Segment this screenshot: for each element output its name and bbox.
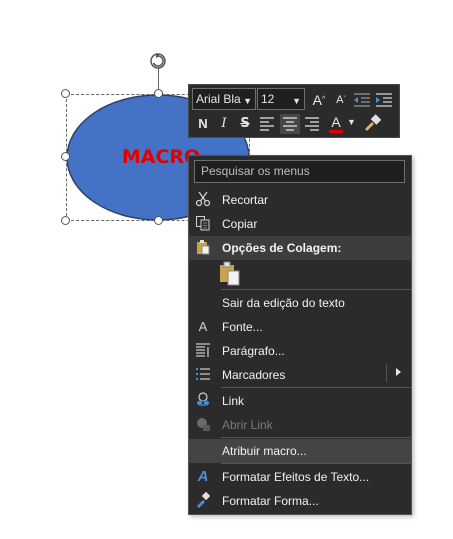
link-icon <box>194 392 212 410</box>
font-name-combo[interactable]: Arial Bla ▼ <box>192 88 256 110</box>
resize-handle-bottom[interactable] <box>154 216 163 225</box>
bullet-list-icon <box>194 366 212 384</box>
menu-item-label: Copiar <box>222 217 258 231</box>
paste-clipboard-icon <box>220 261 240 286</box>
font-size-value: 12 <box>261 92 275 106</box>
font-name-value: Arial Bla <box>196 92 241 106</box>
menu-item-format-text-effects[interactable]: A Formatar Efeitos de Texto... <box>189 465 411 489</box>
resize-handle-bottom-left[interactable] <box>61 216 70 225</box>
menu-item-exit-text-edit[interactable]: Sair da edição do texto <box>189 291 411 315</box>
shrink-font-icon: A <box>336 94 344 106</box>
bold-button[interactable]: N <box>193 114 213 134</box>
menu-item-label: Recortar <box>222 193 269 207</box>
menu-item-format-shape[interactable]: Formatar Forma... <box>189 489 411 513</box>
grow-font-button[interactable]: A^ <box>309 90 329 110</box>
format-shape-icon <box>194 491 212 510</box>
menu-item-label: Sair da edição do texto <box>222 296 345 310</box>
menu-item-label: Atribuir macro... <box>222 444 307 458</box>
paste-keep-text-only-button[interactable] <box>218 261 242 287</box>
format-painter-icon[interactable] <box>362 114 382 132</box>
menu-item-label: Link <box>222 394 245 408</box>
menu-item-label: Abrir Link <box>222 418 273 432</box>
menu-item-label: Formatar Efeitos de Texto... <box>222 470 370 484</box>
italic-button[interactable]: I <box>214 114 234 134</box>
menu-item-assign-macro[interactable]: Atribuir macro... <box>189 439 411 463</box>
chevron-down-icon: ▼ <box>292 96 301 106</box>
resize-handle-top[interactable] <box>154 89 163 98</box>
grow-font-icon: A <box>312 92 323 108</box>
menu-separator <box>221 387 411 388</box>
rotate-handle-icon[interactable] <box>147 49 169 71</box>
text-effects-icon: A <box>197 468 209 485</box>
align-left-icon[interactable] <box>259 116 275 132</box>
menu-item-label: Opções de Colagem: <box>222 241 342 255</box>
submenu-arrow-icon[interactable] <box>396 368 401 376</box>
submenu-divider <box>386 364 387 382</box>
font-color-button[interactable]: A <box>326 112 346 133</box>
menu-header-paste-options: Opções de Colagem: <box>189 236 411 260</box>
menu-item-label: Formatar Forma... <box>222 494 319 508</box>
open-link-icon <box>194 416 212 434</box>
align-center-icon <box>283 117 297 131</box>
menu-item-label: Fonte... <box>222 320 263 334</box>
font-icon: A <box>198 319 208 334</box>
menu-item-label: Parágrafo... <box>222 344 285 358</box>
strikethrough-button[interactable]: S <box>235 114 255 134</box>
search-menus-input[interactable]: Pesquisar os menus <box>194 160 405 183</box>
scissors-icon <box>194 191 212 209</box>
resize-handle-left[interactable] <box>61 152 70 161</box>
paragraph-icon <box>194 342 212 360</box>
increase-indent-icon[interactable] <box>375 92 393 108</box>
menu-item-font[interactable]: A Fonte... <box>189 315 411 339</box>
menu-item-bullets[interactable]: Marcadores <box>189 363 411 387</box>
align-right-icon[interactable] <box>304 116 320 132</box>
shrink-font-button[interactable]: Aˇ <box>331 90 351 110</box>
font-color-chevron-down-icon[interactable]: ▼ <box>347 117 356 127</box>
menu-item-cut[interactable]: Recortar <box>189 188 411 212</box>
chevron-down-icon: ▼ <box>243 96 252 106</box>
menu-item-paragraph[interactable]: Parágrafo... <box>189 339 411 363</box>
menu-separator <box>221 463 411 464</box>
font-color-icon: A <box>331 114 341 130</box>
menu-item-label: Marcadores <box>222 368 286 382</box>
align-center-button[interactable] <box>280 114 300 134</box>
menu-item-open-link: Abrir Link <box>189 413 411 437</box>
menu-item-copy[interactable]: Copiar <box>189 212 411 236</box>
menu-separator <box>221 437 411 438</box>
copy-icon <box>194 215 212 233</box>
menu-separator <box>221 289 411 290</box>
font-size-combo[interactable]: 12 ▼ <box>257 88 305 110</box>
menu-item-link[interactable]: Link <box>189 389 411 413</box>
clipboard-icon <box>194 239 212 257</box>
decrease-indent-icon[interactable] <box>353 92 371 108</box>
resize-handle-top-left[interactable] <box>61 89 70 98</box>
